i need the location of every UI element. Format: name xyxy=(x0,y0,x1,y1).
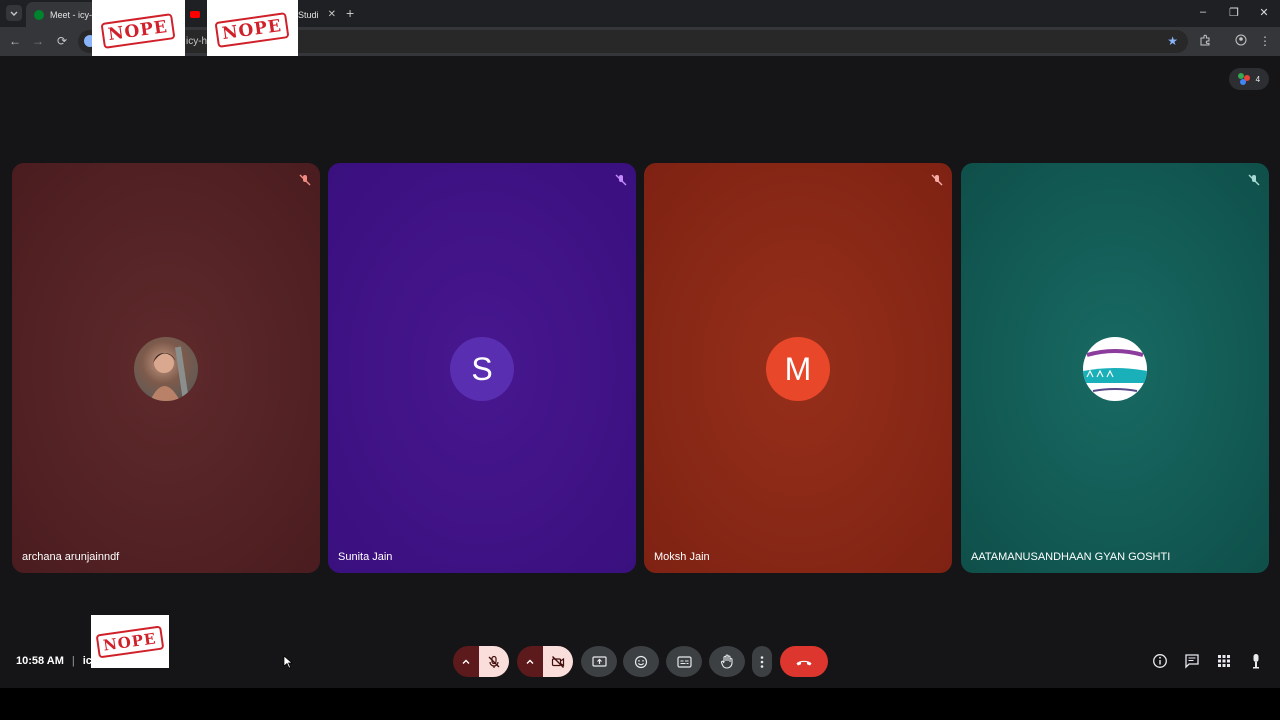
mic-off-icon xyxy=(615,174,627,186)
apps-grid-icon xyxy=(1218,655,1230,667)
reactions-button[interactable] xyxy=(623,646,659,677)
participant-name: Sunita Jain xyxy=(338,551,393,563)
browser-toolbar: ← → ⟳ icy-hsj ★ ⋮ xyxy=(0,27,1280,56)
participant-tile[interactable]: AATAMANUSANDHAAN GYAN GOSHTI xyxy=(961,163,1269,573)
participant-name: AATAMANUSANDHAAN GYAN GOSHTI xyxy=(971,551,1171,563)
participant-name: Moksh Jain xyxy=(654,551,710,563)
participant-avatar: M xyxy=(766,337,830,401)
people-icon xyxy=(1237,73,1250,85)
audio-options-button[interactable] xyxy=(453,646,479,677)
chat-button[interactable] xyxy=(1183,652,1201,670)
browser-menu-icon[interactable]: ⋮ xyxy=(1258,34,1272,48)
participant-tile[interactable]: M Moksh Jain xyxy=(644,163,952,573)
leave-call-button[interactable] xyxy=(780,646,828,677)
meeting-details: 10:58 AM|icy xyxy=(16,655,98,667)
mic-off-icon xyxy=(488,655,500,668)
browser-tab-bar: Meet - icy-h Studi ✕ + – ❐ ✕ xyxy=(0,0,1280,27)
more-vertical-icon xyxy=(760,655,764,668)
redaction-sticker: NOPE xyxy=(91,615,169,668)
restore-button[interactable]: ❐ xyxy=(1227,6,1241,19)
bookmark-star-icon[interactable]: ★ xyxy=(1167,34,1178,48)
present-screen-button[interactable] xyxy=(581,646,617,677)
close-window-button[interactable]: ✕ xyxy=(1257,6,1271,19)
hang-up-icon xyxy=(796,660,812,665)
tab-title: Studi xyxy=(298,9,319,20)
present-screen-icon xyxy=(591,655,607,667)
host-controls-button[interactable] xyxy=(1247,652,1265,670)
google-meet-favicon-icon xyxy=(34,9,44,20)
redaction-sticker: NOPE xyxy=(207,0,298,60)
participants-badge[interactable]: 4 xyxy=(1229,68,1269,90)
minimize-button[interactable]: – xyxy=(1196,6,1210,18)
mic-off-icon xyxy=(931,174,943,186)
chevron-up-icon xyxy=(462,659,470,664)
tab-search-button[interactable] xyxy=(6,5,22,21)
mic-off-icon xyxy=(299,174,311,186)
participant-avatar-logo xyxy=(1083,337,1147,401)
video-options-button[interactable] xyxy=(517,646,543,677)
tab-title: Meet - icy-h xyxy=(50,9,98,20)
clock: 10:58 AM xyxy=(16,655,64,667)
profile-icon[interactable] xyxy=(1234,34,1248,49)
close-tab-icon[interactable]: ✕ xyxy=(328,9,336,20)
participant-count: 4 xyxy=(1255,74,1261,84)
separator: | xyxy=(71,655,75,667)
participant-tile[interactable]: archana arunjainndf xyxy=(12,163,320,573)
meeting-details-button[interactable] xyxy=(1151,652,1169,670)
camera-toggle-button[interactable] xyxy=(543,646,573,677)
new-tab-button[interactable]: + xyxy=(346,5,354,21)
reload-icon[interactable]: ⟳ xyxy=(55,34,69,48)
more-options-button[interactable] xyxy=(752,646,772,677)
chat-icon xyxy=(1185,654,1199,669)
youtube-favicon-icon xyxy=(190,11,200,18)
extensions-icon[interactable] xyxy=(1198,34,1212,49)
info-icon xyxy=(1153,654,1167,668)
back-arrow-icon[interactable]: ← xyxy=(8,34,22,48)
closed-captions-icon xyxy=(676,655,692,668)
screen-bottom-edge xyxy=(0,688,1280,720)
chevron-down-icon xyxy=(10,11,18,16)
chevron-up-icon xyxy=(526,659,534,664)
mouse-cursor-icon xyxy=(283,655,293,669)
lock-person-icon xyxy=(1253,654,1259,669)
activities-button[interactable] xyxy=(1215,652,1233,670)
raise-hand-icon xyxy=(720,654,733,669)
participant-name: archana arunjainndf xyxy=(22,551,120,563)
emoji-icon xyxy=(634,655,648,668)
participant-avatar: S xyxy=(450,337,514,401)
microphone-toggle-button[interactable] xyxy=(479,646,509,677)
raise-hand-button[interactable] xyxy=(709,646,745,677)
participant-tile[interactable]: S Sunita Jain xyxy=(328,163,636,573)
forward-arrow-icon[interactable]: → xyxy=(31,34,45,48)
captions-button[interactable] xyxy=(666,646,702,677)
mic-off-icon xyxy=(1248,174,1260,186)
redaction-sticker: NOPE xyxy=(92,0,185,62)
camera-off-icon xyxy=(551,655,565,668)
participant-avatar-photo xyxy=(134,337,198,401)
